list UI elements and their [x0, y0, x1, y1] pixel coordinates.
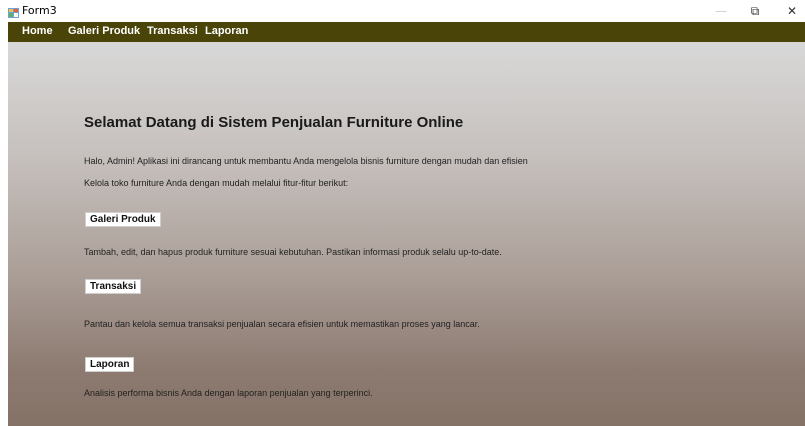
close-button[interactable]: ✕ [779, 2, 805, 20]
restore-button[interactable]: ⧉ [742, 2, 768, 20]
section-description-laporan: Analisis performa bisnis Anda dengan lap… [84, 388, 373, 398]
intro-subtext: Kelola toko furniture Anda dengan mudah … [84, 178, 349, 188]
section-label-galeri-produk: Galeri Produk [85, 212, 161, 227]
intro-text: Halo, Admin! Aplikasi ini dirancang untu… [84, 156, 528, 166]
section-label-transaksi: Transaksi [85, 279, 142, 294]
menu-item-laporan[interactable]: Laporan [205, 25, 248, 37]
app-window: Form3 — ⧉ ✕ Home Galeri Produk Transaksi… [0, 0, 805, 426]
section-description-transaksi: Pantau dan kelola semua transaksi penjua… [84, 319, 480, 329]
page-title: Selamat Datang di Sistem Penjualan Furni… [84, 114, 464, 131]
main-content: Selamat Datang di Sistem Penjualan Furni… [8, 42, 805, 426]
app-icon [8, 5, 19, 18]
title-bar[interactable]: Form3 — ⧉ ✕ [0, 0, 805, 22]
menu-item-galeri-produk[interactable]: Galeri Produk [68, 25, 140, 37]
section-description-galeri-produk: Tambah, edit, dan hapus produk furniture… [84, 247, 502, 257]
menu-bar: Home Galeri Produk Transaksi Laporan [8, 22, 805, 42]
minimize-button[interactable]: — [708, 2, 734, 20]
menu-item-home[interactable]: Home [22, 25, 53, 37]
menu-item-transaksi[interactable]: Transaksi [147, 25, 198, 37]
window-title: Form3 [22, 4, 57, 17]
section-label-laporan: Laporan [85, 357, 135, 372]
